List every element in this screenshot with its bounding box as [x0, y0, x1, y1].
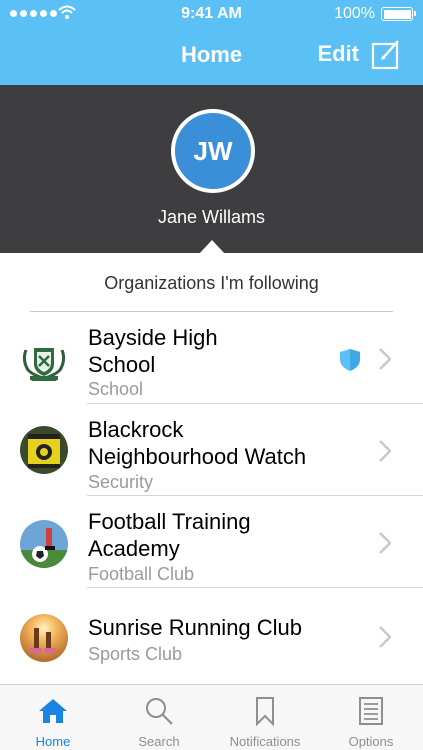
- org-type: Security: [88, 472, 154, 492]
- profile-header: JW Jane Willams: [0, 85, 423, 253]
- tab-home[interactable]: Home: [0, 685, 106, 750]
- school-crest-logo: [20, 336, 68, 384]
- football-photo-logo: [20, 520, 68, 568]
- verified-shield-icon: [340, 349, 360, 371]
- org-type: Sports Club: [88, 644, 183, 664]
- tab-bar: Home Search Notifications Options: [0, 684, 423, 750]
- edit-label: Edit: [317, 41, 359, 66]
- chevron-right-icon: [379, 348, 391, 370]
- org-name: Football Training Academy: [88, 509, 251, 561]
- edit-button[interactable]: Edit: [317, 38, 401, 70]
- tab-options[interactable]: Options: [318, 685, 423, 750]
- org-name: Blackrock Neighbourhood Watch: [88, 417, 307, 469]
- list-icon: [359, 697, 383, 725]
- org-type: School: [88, 379, 144, 399]
- avatar[interactable]: JW: [171, 109, 255, 193]
- tab-label: Options: [348, 734, 394, 749]
- compose-icon: [371, 40, 399, 70]
- watch-sign-logo: [20, 426, 68, 474]
- running-photo-logo: [20, 614, 68, 662]
- list-item[interactable]: Sunrise Running Club Sports Club: [0, 588, 423, 680]
- home-icon: [39, 699, 67, 723]
- tab-label: Search: [138, 734, 180, 749]
- section-title: Organizations I'm following: [104, 273, 319, 293]
- bookmark-icon: [256, 697, 274, 726]
- list-item[interactable]: Bayside High School School: [0, 312, 423, 404]
- navigation-bar: 9:41 AM 100% Home Edit: [0, 0, 423, 85]
- battery-percentage: 100%: [334, 5, 375, 22]
- status-bar: 9:41 AM 100%: [0, 0, 423, 28]
- list-item[interactable]: Blackrock Neighbourhood Watch Security: [0, 404, 423, 496]
- tab-label: Home: [35, 734, 71, 749]
- search-icon: [146, 698, 173, 725]
- org-name: Sunrise Running Club: [88, 615, 303, 640]
- profile-name: Jane Willams: [157, 207, 266, 227]
- tab-notifications[interactable]: Notifications: [212, 685, 318, 750]
- battery-icon: [381, 7, 416, 21]
- org-type: Football Club: [88, 564, 195, 584]
- header-pointer: [199, 240, 225, 254]
- tab-search[interactable]: Search: [106, 685, 212, 750]
- list-item[interactable]: Football Training Academy Football Club: [0, 496, 423, 588]
- org-name: Bayside High School: [88, 325, 218, 377]
- chevron-right-icon: [379, 532, 391, 554]
- chevron-right-icon: [379, 626, 391, 648]
- tab-label: Notifications: [229, 734, 301, 749]
- chevron-right-icon: [379, 440, 391, 462]
